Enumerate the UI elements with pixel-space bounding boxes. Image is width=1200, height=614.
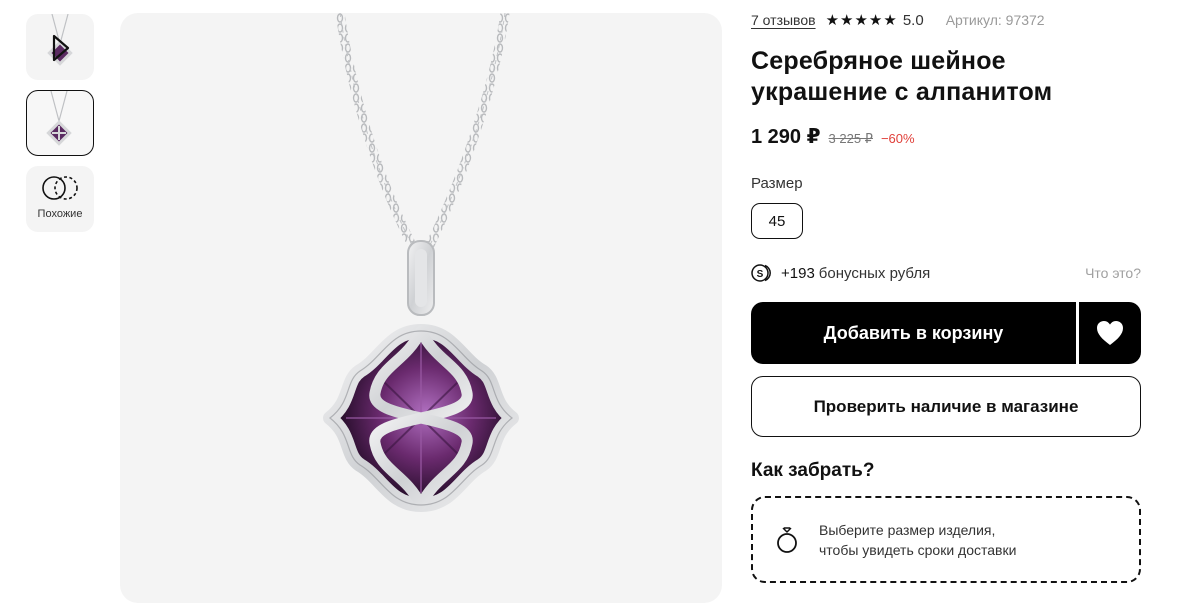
similar-icon <box>42 176 78 200</box>
bonus-text: бонусных рубля <box>818 264 931 282</box>
add-to-cart-button[interactable]: Добавить в корзину <box>751 302 1076 364</box>
reviews-link[interactable]: 7 отзывов <box>751 12 816 28</box>
bonus-amount: +193 <box>781 264 815 282</box>
product-title: Серебряное шейное украшение с алпанитом <box>751 47 1053 106</box>
pickup-title: Как забрать? <box>751 460 875 481</box>
delivery-line-2: чтобы увидеть сроки доставки <box>819 541 1017 558</box>
delivery-text: Выберите размер изделия, чтобы увидеть с… <box>819 520 1016 560</box>
star-icon: ★ <box>840 11 854 29</box>
delivery-info-box: Выберите размер изделия, чтобы увидеть с… <box>751 496 1141 583</box>
thumbnail-photo[interactable] <box>26 90 94 156</box>
svg-text:S: S <box>757 269 764 280</box>
size-label: Размер <box>751 175 803 192</box>
star-icon: ★ <box>883 11 897 29</box>
thumbnail-video[interactable] <box>26 14 94 80</box>
product-meta: 7 отзывов ★ ★ ★ ★ ★ 5.0 Артикул: 97372 <box>751 10 1045 30</box>
thumbnail-similar[interactable]: Похожие <box>26 166 94 232</box>
star-icon: ★ <box>868 11 883 29</box>
ring-icon <box>777 526 797 553</box>
heart-icon <box>1097 321 1123 345</box>
rating-value: 5.0 <box>902 11 924 29</box>
bonus-help-link[interactable]: Что это? <box>1085 265 1141 281</box>
product-image[interactable] <box>120 13 722 603</box>
delivery-line-1: Выберите размер изделия, <box>819 521 996 538</box>
size-option[interactable]: 45 <box>751 203 803 239</box>
similar-label: Похожие <box>37 208 83 220</box>
photo-thumbnail-image <box>46 91 72 146</box>
price-row: 1 290 ₽ 3 225 ₽ −60% <box>751 124 915 149</box>
article-number: Артикул: 97372 <box>945 12 1045 28</box>
star-icon: ★ <box>825 11 840 29</box>
bonus-coin-icon: S <box>751 264 771 282</box>
thumbnail-list: Похожие <box>26 14 94 242</box>
current-price: 1 290 ₽ <box>751 126 821 148</box>
old-price: 3 225 ₽ <box>828 131 873 146</box>
bonus-row: S +193 бонусных рубля Что это? <box>751 262 1141 284</box>
star-icon: ★ <box>854 11 868 29</box>
discount-badge: −60% <box>880 131 915 146</box>
favorite-button[interactable] <box>1079 302 1141 364</box>
rating-stars: ★ ★ ★ ★ ★ <box>826 13 898 28</box>
check-store-button[interactable]: Проверить наличие в магазине <box>751 376 1141 437</box>
pendant-image <box>323 13 519 512</box>
video-thumbnail-image <box>47 14 73 66</box>
